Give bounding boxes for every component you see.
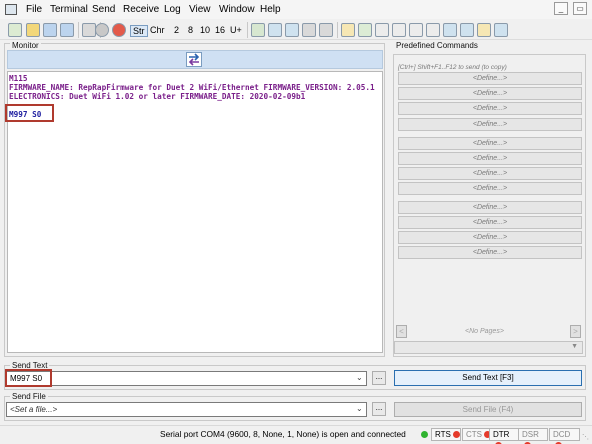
send-text-button[interactable]: Send Text [F3] <box>394 370 582 386</box>
define-button-8[interactable]: <Define...> <box>398 182 582 195</box>
settings-icon[interactable] <box>82 23 96 37</box>
predefined-hint: [Ctrl+] Shift+F1..F12 to send (to copy) <box>398 64 507 71</box>
define-button-3[interactable]: <Define...> <box>398 102 582 115</box>
connect-icon[interactable] <box>95 23 109 37</box>
log-icon[interactable] <box>302 23 316 37</box>
edit-icon[interactable] <box>341 23 355 37</box>
new-terminal-icon[interactable] <box>8 23 22 37</box>
check-icon[interactable] <box>358 23 372 37</box>
monitor-line: ELECTRONICS: Duet WiFi 1.02 or later FIR… <box>9 92 306 101</box>
radix-8-button[interactable]: 8 <box>188 25 193 35</box>
define-button-4[interactable]: <Define...> <box>398 118 582 131</box>
page-selector[interactable]: ▼ <box>394 341 583 354</box>
lightbulb-icon[interactable] <box>477 23 491 37</box>
radix-unicode-button[interactable]: U+ <box>230 25 242 35</box>
window-icon[interactable] <box>251 23 265 37</box>
print-icon[interactable] <box>319 23 333 37</box>
define-button-9[interactable]: <Define...> <box>398 201 582 214</box>
define-button-1[interactable]: <Define...> <box>398 72 582 85</box>
document-icon[interactable] <box>392 23 406 37</box>
chevron-down-icon[interactable]: ⌄ <box>356 373 363 382</box>
menu-window[interactable]: Window <box>219 4 255 15</box>
send-icon[interactable] <box>285 23 299 37</box>
define-button-12[interactable]: <Define...> <box>398 246 582 259</box>
next-page-button[interactable]: > <box>570 325 581 338</box>
dsr-indicator: DSR <box>518 428 548 444</box>
monitor-output[interactable] <box>7 71 383 353</box>
radix-chr-button[interactable]: Chr <box>150 25 165 35</box>
restore-icon[interactable]: ▭ <box>573 2 587 15</box>
app-icon <box>5 4 17 15</box>
toolbar-separator <box>247 22 248 38</box>
send-file-label: Send File <box>10 392 48 401</box>
comment-icon[interactable] <box>460 23 474 37</box>
rts-label: RTS <box>435 430 451 439</box>
document-icon[interactable] <box>375 23 389 37</box>
cts-label: CTS <box>466 430 482 439</box>
menu-terminal[interactable]: Terminal <box>50 4 88 15</box>
monitor-line: M115 <box>9 74 28 83</box>
toolbar-separator <box>337 22 338 38</box>
swap-direction-icon[interactable] <box>186 52 202 67</box>
dtr-label: DTR <box>493 430 510 439</box>
highlight-box <box>5 369 52 387</box>
document-icon[interactable] <box>426 23 440 37</box>
radix-10-button[interactable]: 10 <box>200 25 210 35</box>
disconnect-icon[interactable] <box>112 23 126 37</box>
radix-str-button[interactable]: Str <box>130 25 148 37</box>
send-file-browse-button[interactable]: ... <box>372 402 386 416</box>
define-button-11[interactable]: <Define...> <box>398 231 582 244</box>
highlight-box <box>5 104 54 122</box>
open-folder-icon[interactable] <box>26 23 40 37</box>
menu-bar <box>0 0 592 19</box>
rts-indicator[interactable]: RTS <box>431 428 461 441</box>
radix-2-button[interactable]: 2 <box>174 25 179 35</box>
dtr-indicator[interactable]: DTR <box>489 428 519 444</box>
send-text-browse-button[interactable]: ... <box>372 371 386 385</box>
define-button-2[interactable]: <Define...> <box>398 87 582 100</box>
menu-help[interactable]: Help <box>260 4 281 15</box>
tile-icon[interactable] <box>443 23 457 37</box>
menu-receive[interactable]: Receive <box>123 4 159 15</box>
define-button-6[interactable]: <Define...> <box>398 152 582 165</box>
save-all-icon[interactable] <box>60 23 74 37</box>
send-file-button[interactable]: Send File (F4) <box>394 402 582 417</box>
monitor-line: FIRMWARE_NAME: RepRapFirmware for Duet 2… <box>9 83 375 92</box>
dcd-indicator: DCD <box>549 428 580 444</box>
define-button-7[interactable]: <Define...> <box>398 167 582 180</box>
resize-grip-icon[interactable]: ⋱ <box>582 433 589 441</box>
no-pages-label: <No Pages> <box>465 328 504 335</box>
minimize-icon[interactable]: _ <box>554 2 568 15</box>
menu-send[interactable]: Send <box>92 4 115 15</box>
chevron-down-icon: ▼ <box>571 343 578 350</box>
chevron-down-icon[interactable]: ⌄ <box>356 404 363 413</box>
dcd-label: DCD <box>553 430 571 439</box>
send-file-input[interactable]: <Set a file...> <box>6 402 367 417</box>
status-text: Serial port COM4 (9600, 8, None, 1, None… <box>160 429 406 439</box>
connection-indicator-icon <box>421 431 428 438</box>
help-icon[interactable] <box>494 23 508 37</box>
dsr-label: DSR <box>522 430 539 439</box>
status-dot-icon <box>452 431 460 438</box>
terminal-icon[interactable] <box>268 23 282 37</box>
document-icon[interactable] <box>409 23 423 37</box>
predefined-title: Predefined Commands <box>396 41 478 50</box>
toolbar-separator <box>78 22 79 38</box>
save-icon[interactable] <box>43 23 57 37</box>
send-text-input[interactable]: M997 S0 <box>6 371 367 386</box>
cts-indicator: CTS <box>462 428 492 441</box>
menu-view[interactable]: View <box>189 4 211 15</box>
define-button-10[interactable]: <Define...> <box>398 216 582 229</box>
menu-log[interactable]: Log <box>164 4 181 15</box>
radix-16-button[interactable]: 16 <box>215 25 225 35</box>
prev-page-button[interactable]: < <box>396 325 407 338</box>
monitor-title: Monitor <box>10 41 41 50</box>
define-button-5[interactable]: <Define...> <box>398 137 582 150</box>
menu-file[interactable]: File <box>26 4 42 15</box>
